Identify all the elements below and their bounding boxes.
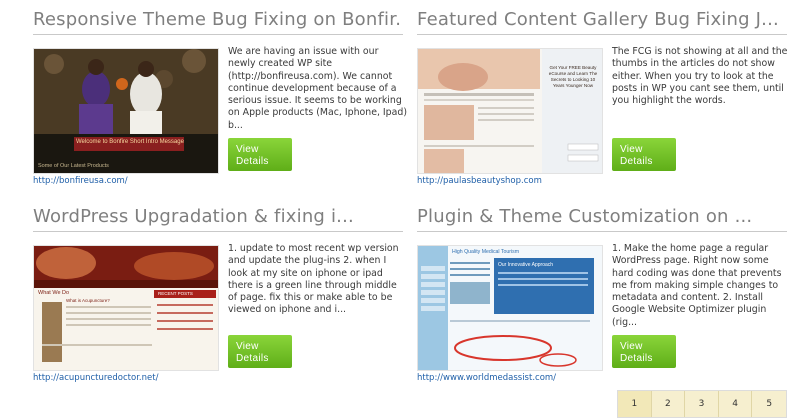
project-title[interactable]: WordPress Upgradation & fixing i... xyxy=(33,204,403,230)
page-link-5[interactable]: 5 xyxy=(752,391,786,417)
view-details-button[interactable]: View Details xyxy=(228,335,292,368)
project-site-link[interactable]: http://paulasbeautyshop.com xyxy=(417,176,542,186)
project-site-link[interactable]: http://acupuncturedoctor.net/ xyxy=(33,373,158,383)
thumbnail-welcome-text: Welcome to Bonfire Short Intro Message xyxy=(76,139,184,145)
thumbnail-question-text: What is Acupuncture? xyxy=(66,298,110,303)
project-site-link[interactable]: http://www.worldmedassist.com/ xyxy=(417,373,556,383)
title-divider xyxy=(417,231,787,232)
page-link-1[interactable]: 1 xyxy=(618,391,652,417)
project-title[interactable]: Responsive Theme Bug Fixing on Bonfir... xyxy=(33,7,403,33)
title-divider xyxy=(33,34,403,35)
project-description: 1. update to most recent wp version and … xyxy=(228,243,399,316)
title-divider xyxy=(33,231,403,232)
project-title[interactable]: Plugin & Theme Customization on ... xyxy=(417,204,787,230)
thumbnail-innovative-text: Our Innovative Approach xyxy=(498,262,554,268)
thumbnail-ecourse-text: Get Your FREE Beauty eCourse and Learn T… xyxy=(548,65,598,88)
project-description: We are having an issue with our newly cr… xyxy=(228,46,407,131)
view-details-button[interactable]: View Details xyxy=(612,138,676,171)
page-link-4[interactable]: 4 xyxy=(719,391,753,417)
project-thumbnail[interactable]: High Quality Medical Tourism Our Innovat… xyxy=(417,245,603,371)
view-details-button[interactable]: View Details xyxy=(612,335,676,368)
project-title[interactable]: Featured Content Gallery Bug Fixing J... xyxy=(417,7,787,33)
basketball-screenshot-image xyxy=(34,49,218,173)
title-divider xyxy=(417,34,787,35)
project-site-link[interactable]: http://bonfireusa.com/ xyxy=(33,176,128,186)
project-thumbnail[interactable]: Get Your FREE Beauty eCourse and Learn T… xyxy=(417,48,603,174)
thumbnail-recent-posts-text: RECENT POSTS xyxy=(158,291,193,296)
project-description: 1. Make the home page a regular WordPres… xyxy=(612,243,782,328)
page-link-3[interactable]: 3 xyxy=(685,391,719,417)
acupuncture-site-screenshot-image xyxy=(34,246,218,370)
view-details-button[interactable]: View Details xyxy=(228,138,292,171)
page-link-2[interactable]: 2 xyxy=(652,391,686,417)
project-thumbnail[interactable]: Welcome to Bonfire Short Intro Message S… xyxy=(33,48,219,174)
thumbnail-medical-title-text: High Quality Medical Tourism xyxy=(452,249,520,255)
project-description: The FCG is not showing at all and the th… xyxy=(612,46,788,107)
thumbnail-products-text: Some of Our Latest Products xyxy=(38,163,109,169)
project-thumbnail[interactable]: What We Do What is Acupuncture? RECENT P… xyxy=(33,245,219,371)
thumbnail-whatwedo-text: What We Do xyxy=(38,290,70,296)
pagination: 1 2 3 4 5 xyxy=(617,390,787,418)
